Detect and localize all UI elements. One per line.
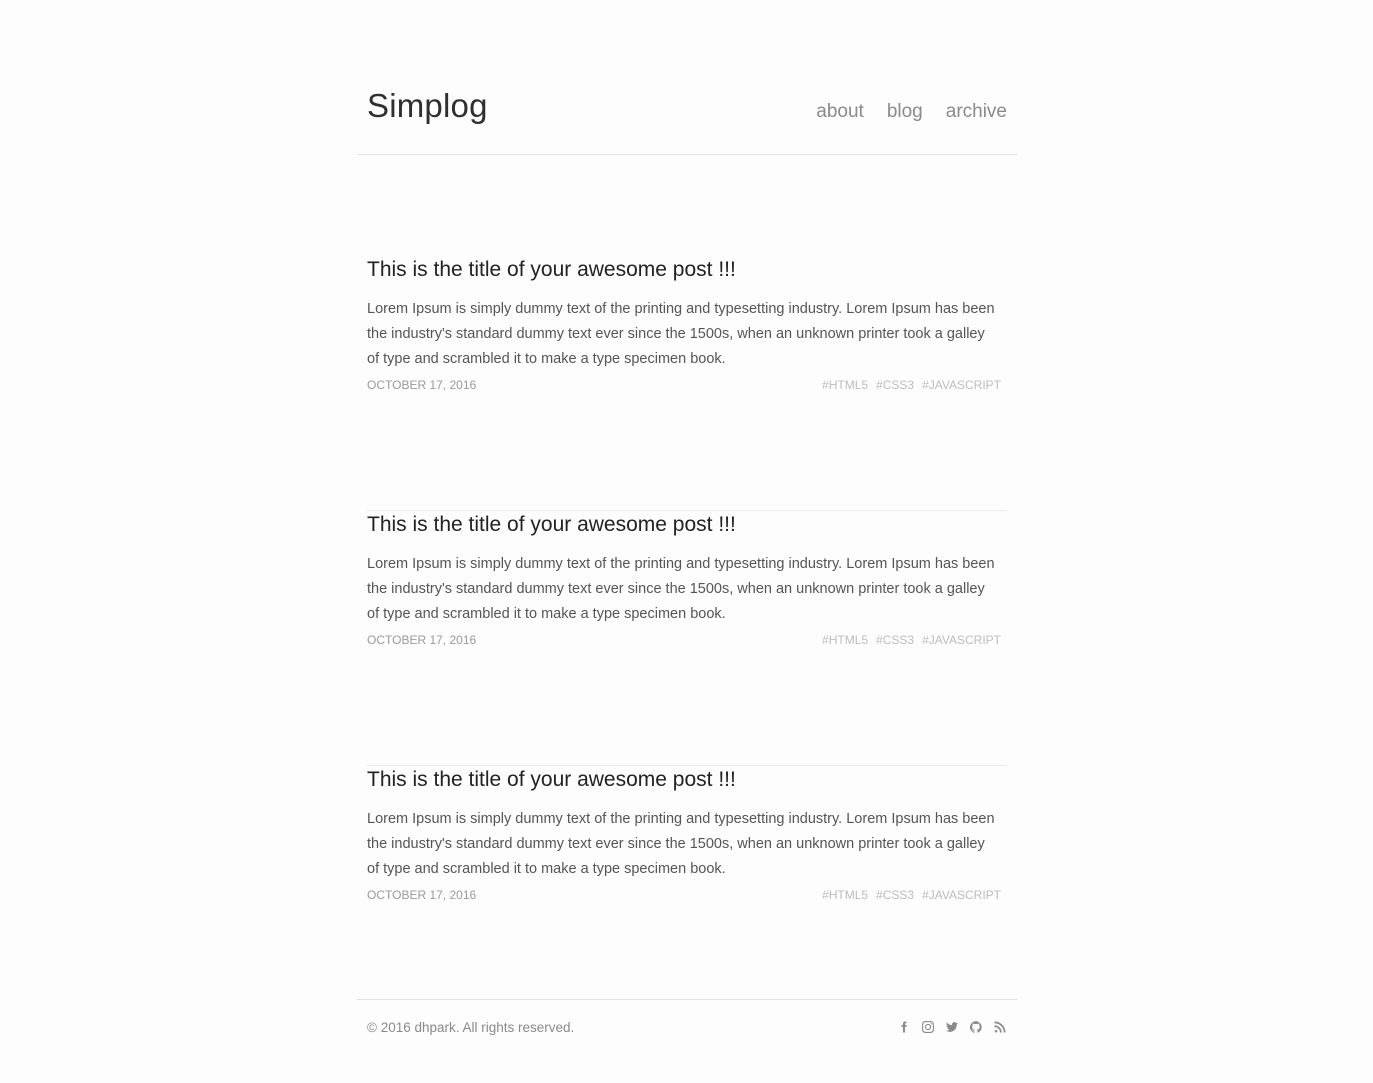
site-footer: © 2016 dhpark. All rights reserved. xyxy=(357,999,1017,1060)
nav-item-archive[interactable]: archive xyxy=(946,98,1007,126)
tag-html5[interactable]: #HTML5 xyxy=(822,376,868,394)
tag-css3[interactable]: #CSS3 xyxy=(876,886,914,904)
tag-javascript[interactable]: #JAVASCRIPT xyxy=(922,376,1001,394)
tag-html5[interactable]: #HTML5 xyxy=(822,631,868,649)
post-tags: #HTML5 #CSS3 #JAVASCRIPT xyxy=(822,886,1001,904)
tag-css3[interactable]: #CSS3 xyxy=(876,631,914,649)
tag-javascript[interactable]: #JAVASCRIPT xyxy=(922,886,1001,904)
instagram-icon[interactable] xyxy=(921,1020,935,1034)
twitter-icon[interactable] xyxy=(945,1020,959,1034)
copyright-text: © 2016 dhpark. All rights reserved. xyxy=(367,1020,575,1035)
post-title[interactable]: This is the title of your awesome post !… xyxy=(367,510,736,540)
post-tags: #HTML5 #CSS3 #JAVASCRIPT xyxy=(822,376,1001,394)
post-excerpt: Lorem Ipsum is simply dummy text of the … xyxy=(367,811,995,877)
facebook-icon[interactable] xyxy=(897,1020,911,1034)
post-date: OCTOBER 17, 2016 xyxy=(367,633,477,647)
post-item: This is the title of your awesome post !… xyxy=(367,765,1007,1020)
tag-css3[interactable]: #CSS3 xyxy=(876,376,914,394)
post-title[interactable]: This is the title of your awesome post !… xyxy=(367,765,736,795)
post-excerpt: Lorem Ipsum is simply dummy text of the … xyxy=(367,301,995,367)
site-header: Simplog about blog archive xyxy=(357,0,1017,155)
site-title-link[interactable]: Simplog xyxy=(367,86,488,126)
nav-item-blog[interactable]: blog xyxy=(887,98,923,126)
post-date: OCTOBER 17, 2016 xyxy=(367,888,477,902)
post-item: This is the title of your awesome post !… xyxy=(367,510,1007,766)
social-links xyxy=(897,1020,1007,1034)
main-nav: about blog archive xyxy=(816,98,1007,126)
post-date: OCTOBER 17, 2016 xyxy=(367,378,477,392)
github-icon[interactable] xyxy=(969,1020,983,1034)
rss-icon[interactable] xyxy=(993,1020,1007,1034)
tag-html5[interactable]: #HTML5 xyxy=(822,886,868,904)
post-tags: #HTML5 #CSS3 #JAVASCRIPT xyxy=(822,631,1001,649)
post-item: This is the title of your awesome post !… xyxy=(367,255,1007,511)
post-title[interactable]: This is the title of your awesome post !… xyxy=(367,255,736,285)
tag-javascript[interactable]: #JAVASCRIPT xyxy=(922,631,1001,649)
nav-item-about[interactable]: about xyxy=(816,98,864,126)
post-excerpt: Lorem Ipsum is simply dummy text of the … xyxy=(367,556,995,622)
